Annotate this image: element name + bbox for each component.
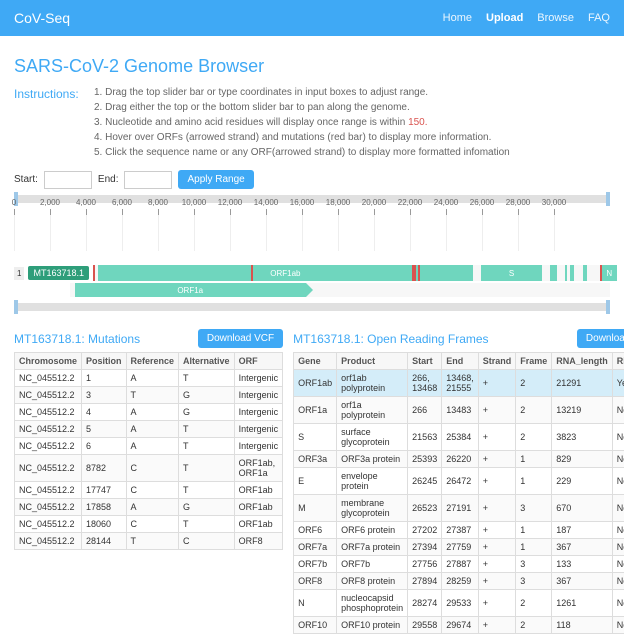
- orf-small[interactable]: [565, 265, 567, 281]
- table-row[interactable]: ORF1aborf1ab polyprotein266, 1346813468,…: [294, 370, 624, 397]
- table-row[interactable]: ORF7aORF7a protein2739427759+1367No: [294, 539, 624, 556]
- nav-link-faq[interactable]: FAQ: [588, 12, 610, 24]
- col-rna_length: RNA_length: [552, 353, 613, 370]
- col-position: Position: [82, 353, 127, 370]
- table-row[interactable]: NC_045512.218060CTORF1ab: [15, 516, 283, 533]
- col-start: Start: [408, 353, 442, 370]
- table-row[interactable]: ORF8ORF8 protein2789428259+3367No: [294, 573, 624, 590]
- orfs-title: MT163718.1: Open Reading Frames: [293, 332, 488, 346]
- mutations-panel: MT163718.1: Mutations Download VCF Chrom…: [14, 329, 283, 634]
- instructions-label: Instructions:: [14, 85, 84, 160]
- mutation-marker[interactable]: [93, 265, 95, 281]
- table-row[interactable]: Ssurface glycoprotein2156325384+23823No: [294, 424, 624, 451]
- table-row[interactable]: ORF6ORF6 protein2720227387+1187No: [294, 522, 624, 539]
- nav-link-home[interactable]: Home: [443, 12, 472, 24]
- instruction-2: 2. Drag either the top or the bottom sli…: [94, 100, 510, 115]
- col-end: End: [442, 353, 479, 370]
- sequence-row: 1 MT163718.1 ORF1abSN: [14, 265, 610, 281]
- orf-ORF1ab[interactable]: ORF1ab: [98, 265, 473, 281]
- orfs-table: GeneProductStartEndStrandFrameRNA_length…: [293, 352, 624, 634]
- orf-small[interactable]: [550, 265, 557, 281]
- bottom-slider[interactable]: [14, 303, 610, 311]
- mutation-marker[interactable]: [600, 265, 602, 281]
- orf-ORF1a[interactable]: ORF1a: [75, 283, 306, 297]
- col-ribo_slip: Ribo_Slip: [612, 353, 624, 370]
- col-strand: Strand: [478, 353, 516, 370]
- start-label: Start:: [14, 174, 38, 185]
- genome-axis: 02,0004,0006,0008,00010,00012,00014,0001…: [14, 209, 610, 235]
- download-orf-button[interactable]: Download ORF: [577, 329, 624, 348]
- orf-small[interactable]: [583, 265, 587, 281]
- sequence-index: 1: [14, 267, 24, 280]
- range-controls: Start: End: Apply Range: [14, 170, 610, 189]
- mutations-title: MT163718.1: Mutations: [14, 332, 140, 346]
- table-row[interactable]: ORF3aORF3a protein2539326220+1829No: [294, 451, 624, 468]
- instructions-list: 1. Drag the top slider bar or type coord…: [94, 85, 510, 160]
- instructions: Instructions: 1. Drag the top slider bar…: [14, 85, 610, 160]
- col-alternative: Alternative: [179, 353, 235, 370]
- mutations-table: ChromosomePositionReferenceAlternativeOR…: [14, 352, 283, 550]
- table-row[interactable]: NC_045512.28782CTORF1ab, ORF1a: [15, 455, 283, 482]
- end-label: End:: [98, 174, 119, 185]
- table-row[interactable]: NC_045512.23TGIntergenic: [15, 387, 283, 404]
- col-reference: Reference: [126, 353, 179, 370]
- orf-track[interactable]: ORF1abSN: [93, 265, 610, 281]
- table-row[interactable]: NC_045512.21ATIntergenic: [15, 370, 283, 387]
- orf-N[interactable]: N: [602, 265, 617, 281]
- page-title: SARS-CoV-2 Genome Browser: [14, 56, 610, 77]
- orf-S[interactable]: S: [481, 265, 542, 281]
- table-row[interactable]: ORF10ORF10 protein2955829674+2118No: [294, 617, 624, 634]
- col-orf: ORF: [234, 353, 283, 370]
- brand[interactable]: CoV-Seq: [14, 10, 70, 26]
- table-row[interactable]: NC_045512.26ATIntergenic: [15, 438, 283, 455]
- navbar: CoV-Seq Home Upload Browse FAQ: [0, 0, 624, 36]
- download-vcf-button[interactable]: Download VCF: [198, 329, 283, 348]
- mutation-marker[interactable]: [418, 265, 420, 281]
- orf-track-2[interactable]: ORF1a: [70, 283, 610, 297]
- sequence-name[interactable]: MT163718.1: [28, 266, 89, 280]
- table-row[interactable]: ORF1aorf1a polyprotein26613483+213219No: [294, 397, 624, 424]
- orf-small[interactable]: [570, 265, 574, 281]
- instruction-5: 5. Click the sequence name or any ORF(ar…: [94, 145, 510, 160]
- table-row[interactable]: NC_045512.228144TCORF8: [15, 533, 283, 550]
- table-row[interactable]: NC_045512.217747CTORF1ab: [15, 482, 283, 499]
- table-row[interactable]: NC_045512.25ATIntergenic: [15, 421, 283, 438]
- col-chromosome: Chromosome: [15, 353, 82, 370]
- instruction-3: 3. Nucleotide and amino acid residues wi…: [94, 115, 510, 130]
- table-row[interactable]: NC_045512.217858AGORF1ab: [15, 499, 283, 516]
- instruction-1: 1. Drag the top slider bar or type coord…: [94, 85, 510, 100]
- start-input[interactable]: [44, 171, 92, 189]
- nav-links: Home Upload Browse FAQ: [443, 12, 610, 24]
- col-product: Product: [337, 353, 408, 370]
- col-gene: Gene: [294, 353, 337, 370]
- table-row[interactable]: ORF7bORF7b2775627887+3133No: [294, 556, 624, 573]
- col-frame: Frame: [516, 353, 552, 370]
- table-row[interactable]: NC_045512.24AGIntergenic: [15, 404, 283, 421]
- table-row[interactable]: Mmembrane glycoprotein2652327191+3670No: [294, 495, 624, 522]
- mutation-marker[interactable]: [414, 265, 416, 281]
- orfs-panel: MT163718.1: Open Reading Frames Download…: [293, 329, 624, 634]
- end-input[interactable]: [124, 171, 172, 189]
- mutation-marker[interactable]: [251, 265, 253, 281]
- apply-range-button[interactable]: Apply Range: [178, 170, 253, 189]
- nav-link-upload[interactable]: Upload: [486, 12, 523, 24]
- table-row[interactable]: Eenvelope protein2624526472+1229No: [294, 468, 624, 495]
- instruction-4: 4. Hover over ORFs (arrowed strand) and …: [94, 130, 510, 145]
- nav-link-browse[interactable]: Browse: [537, 12, 574, 24]
